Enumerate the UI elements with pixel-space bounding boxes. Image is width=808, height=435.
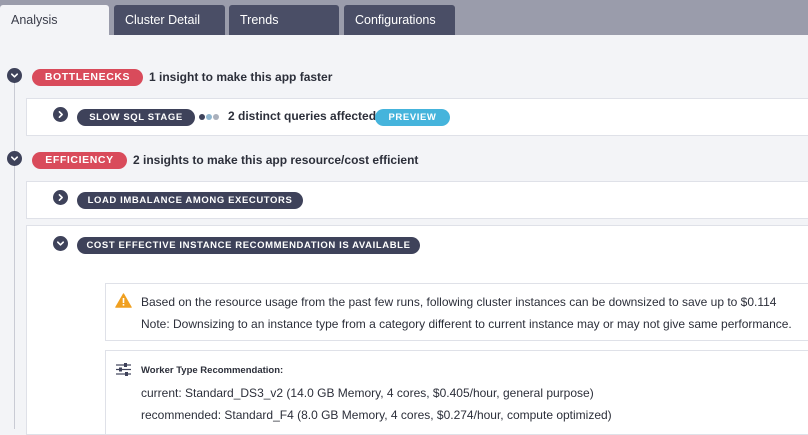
recommended-instance-text: recommended: Standard_F4 (8.0 GB Memory,… (141, 408, 612, 422)
slow-sql-expand-button[interactable] (53, 107, 68, 122)
sliders-icon (116, 363, 131, 376)
downsize-warning-text: Based on the resource usage from the pas… (141, 295, 777, 309)
load-imbalance-pill[interactable]: LOAD IMBALANCE AMONG EXECUTORS (77, 192, 303, 209)
slow-sql-detail: 2 distinct queries affected (228, 109, 377, 123)
chevron-down-icon (10, 73, 19, 78)
cost-effective-pill[interactable]: COST EFFECTIVE INSTANCE RECOMMENDATION I… (77, 237, 420, 254)
cost-effective-collapse-button[interactable] (53, 236, 68, 251)
downsize-warning-box (105, 283, 808, 341)
chevron-right-icon (58, 110, 63, 119)
tab-analysis[interactable]: Analysis (0, 5, 109, 35)
downsize-note-text: Note: Downsizing to an instance type fro… (141, 317, 792, 331)
efficiency-summary: 2 insights to make this app resource/cos… (133, 153, 419, 167)
load-imbalance-expand-button[interactable] (53, 190, 68, 205)
bottlenecks-collapse-button[interactable] (7, 68, 22, 83)
tab-cluster-detail[interactable]: Cluster Detail (114, 5, 225, 35)
bottlenecks-badge: BOTTLENECKS (32, 69, 143, 86)
chevron-down-icon (56, 241, 65, 246)
slow-sql-stage-pill[interactable]: SLOW SQL STAGE (77, 109, 195, 126)
tab-trends[interactable]: Trends (229, 5, 339, 35)
preview-button[interactable]: PREVIEW (375, 109, 450, 126)
tab-configurations[interactable]: Configurations (344, 5, 455, 35)
chevron-down-icon (10, 156, 19, 161)
worker-recommendation-title: Worker Type Recommendation: (141, 365, 284, 376)
warning-icon (115, 293, 132, 308)
timeline-line (14, 82, 15, 429)
efficiency-collapse-button[interactable] (7, 151, 22, 166)
current-instance-text: current: Standard_DS3_v2 (14.0 GB Memory… (141, 386, 594, 400)
tab-bar: Analysis Cluster Detail Trends Configura… (0, 0, 808, 35)
chevron-right-icon (58, 193, 63, 202)
bottlenecks-summary: 1 insight to make this app faster (149, 70, 333, 84)
progress-dots-icon (199, 114, 223, 120)
efficiency-badge: EFFICIENCY (32, 152, 127, 169)
